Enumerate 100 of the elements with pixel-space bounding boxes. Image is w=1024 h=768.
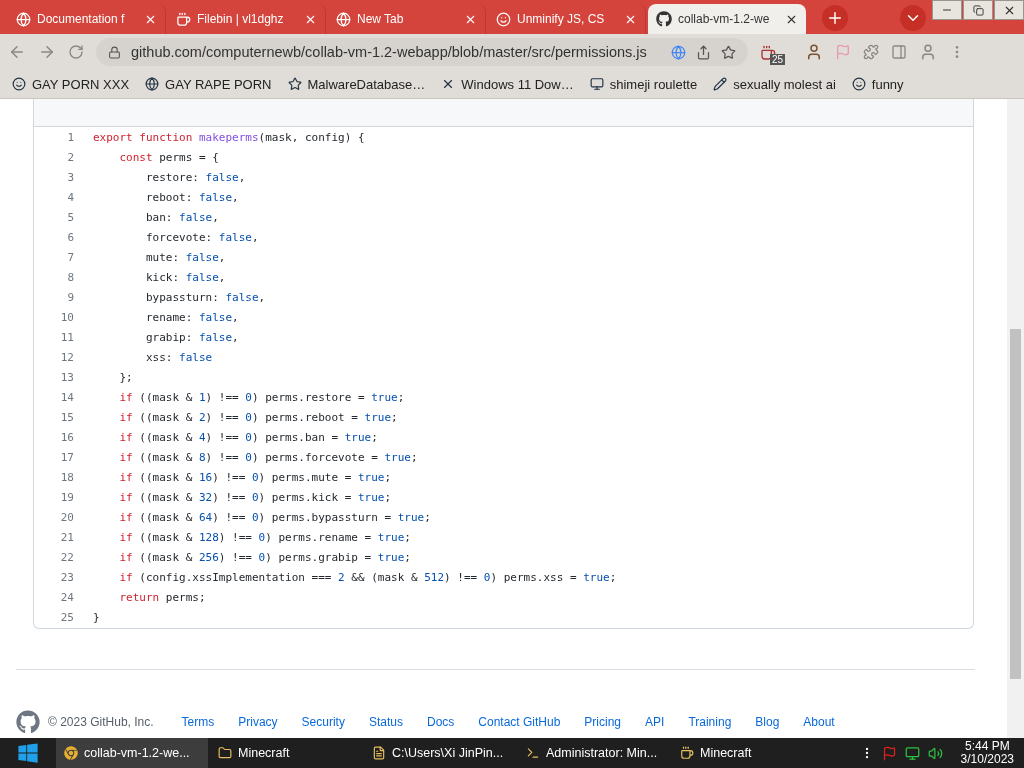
code-line: rename: false, [144,310,239,324]
code-line: if ((mask & 32) !== 0) perms.kick = true; [118,490,392,504]
line-number: 24 [59,590,74,604]
line-number: 2 [66,150,74,164]
github-icon [656,11,672,27]
code-line: }; [118,370,133,384]
line-number: 22 [59,550,74,564]
footer-link[interactable]: Docs [426,715,455,729]
browser-icon [64,746,78,760]
line-number: 23 [59,570,74,584]
line-number: 12 [59,350,74,364]
taskbar-item[interactable]: Administrator: Min... [518,738,670,768]
footer-link[interactable]: About [803,715,835,729]
code-line: mute: false, [144,250,226,264]
code-line: xss: false [144,350,213,364]
footer-link[interactable]: Privacy [238,715,278,729]
line-number: 10 [59,310,74,324]
bookmark[interactable]: GAY PORN XXX [12,76,130,92]
clock[interactable]: 5:44 PM 3/10/2023 [960,740,1014,766]
footer-link[interactable]: Terms [181,715,215,729]
taskbar-item[interactable]: C:\Users\Xi JinPin... [364,738,516,768]
line-number: 4 [66,190,74,204]
code-line: bypassturn: false, [144,290,266,304]
bookmark-icon [589,77,604,91]
footer-link[interactable]: Blog [755,715,780,729]
line-number: 21 [59,530,74,544]
line-number: 17 [59,450,74,464]
footer-link[interactable]: API [645,715,665,729]
line-number: 14 [59,390,74,404]
line-number: 16 [59,430,74,444]
code-line: restore: false, [144,170,246,184]
network-icon[interactable] [904,745,920,761]
side-panel-icon[interactable] [891,44,908,60]
bookmark[interactable]: funny [851,76,904,92]
app-icon [526,746,540,760]
bookmark[interactable]: GAY RAPE PORN [145,76,272,92]
code-line: if ((mask & 64) !== 0) perms.bypassturn = true; [118,510,431,524]
code-line: export function makeperms(mask, config) { [93,130,365,144]
code-line: grabip: false, [144,330,239,344]
line-number: 7 [66,250,74,264]
scrollbar[interactable] [1007,99,1024,738]
code-line: if (config.xssImplementation === 2 && (mask & 512) !== 0) perms.xss = true; [118,570,617,584]
line-number: 19 [59,490,74,504]
code-line: if ((mask & 16) !== 0) perms.mute = true; [118,470,392,484]
line-number: 5 [66,210,74,224]
star-icon[interactable] [721,44,736,60]
bookmark-icon [12,77,26,91]
lock-icon [108,45,121,59]
line-number: 8 [66,270,74,284]
address-bar[interactable]: github.com/computernewb/collab-vm-1.2-webapp/blob/master/src/permissions.js [96,38,748,66]
bookmark-icon [287,77,302,91]
forward-icon[interactable] [38,43,56,61]
app-icon [218,746,232,760]
extensions-icon[interactable] [863,44,880,60]
volume-icon[interactable] [927,745,943,761]
code-line: if ((mask & 4) !== 0) perms.ban = true; [118,430,378,444]
copyright-text: © 2023 GitHub, Inc. [48,715,154,729]
bookmark[interactable]: MalwareDatabase… [287,76,426,92]
close-button[interactable] [994,0,1024,20]
bookmark-icon [713,77,728,91]
code-line: if ((mask & 128) !== 0) perms.rename = true; [118,530,411,544]
bookmark[interactable]: shimeji roulette [589,76,698,92]
bookmark[interactable]: Windows 11 Dow… [441,76,574,92]
browser-tab[interactable]: collab-vm-1.2-we [648,4,806,34]
line-number: 1 [66,130,74,144]
scroll-thumb[interactable] [1010,329,1021,679]
line-number: 11 [59,330,74,344]
taskbar-item[interactable]: Minecraft [672,738,824,768]
line-number: 15 [59,410,74,424]
line-number: 25 [59,610,74,624]
minimize-button[interactable] [932,0,962,20]
code-line: const perms = { [118,150,219,164]
footer-link[interactable]: Security [301,715,345,729]
app-icon [372,746,386,760]
line-number: 9 [66,290,74,304]
flag-icon[interactable] [881,745,897,761]
bookmark-icon [851,77,866,91]
code-line: if ((mask & 8) !== 0) perms.forcevote = true; [118,450,418,464]
bookmark[interactable]: sexually molest ai [713,76,836,92]
code-line: if ((mask & 1) !== 0) perms.restore = true; [118,390,405,404]
taskbar-item[interactable]: collab-vm-1.2-we... [56,738,208,768]
code-line: return perms; [118,590,206,604]
windows-icon[interactable] [17,742,39,764]
footer-link[interactable]: Pricing [584,715,622,729]
github-icon[interactable] [16,710,40,734]
line-number: 6 [66,230,74,244]
footer-link[interactable]: Status [368,715,403,729]
footer-link[interactable]: Training [688,715,732,729]
reload-icon[interactable] [68,44,84,60]
restore-icon[interactable] [972,4,984,16]
line-number: 3 [66,170,74,184]
code-line: } [93,610,100,624]
taskbar-item[interactable]: Minecraft [210,738,362,768]
share-icon[interactable] [696,44,711,60]
back-icon[interactable] [8,43,26,61]
code-line: forcevote: false, [144,230,259,244]
line-number: 20 [59,510,74,524]
bookmark-icon [145,77,160,91]
code-line: kick: false, [144,270,226,284]
footer-link[interactable]: Contact GitHub [478,715,561,729]
